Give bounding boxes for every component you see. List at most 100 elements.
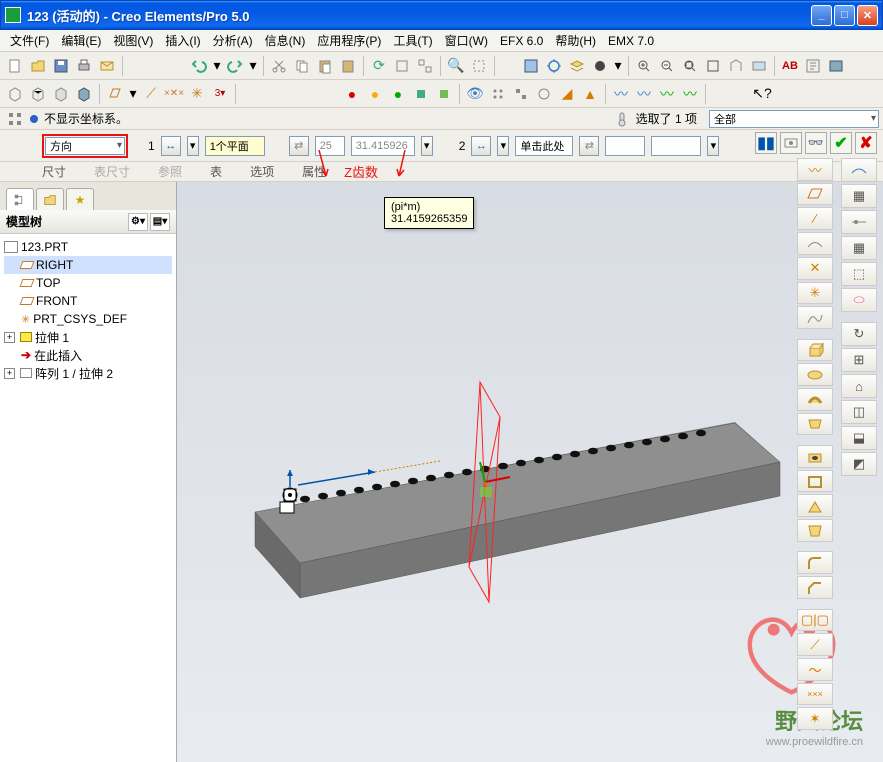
style6-icon[interactable]: ⬭ — [841, 288, 877, 312]
confirm-btn[interactable]: ✔ — [830, 132, 852, 154]
paste-icon[interactable] — [314, 55, 336, 77]
tab-dimensions[interactable]: 尺寸 — [42, 163, 66, 180]
grid-icon[interactable] — [487, 83, 509, 105]
annot-disp-icon[interactable]: 3▾ — [209, 83, 231, 105]
save-icon[interactable] — [50, 55, 72, 77]
minimize-button[interactable]: _ — [811, 5, 832, 26]
spin-icon[interactable] — [543, 55, 565, 77]
color5-icon[interactable] — [433, 83, 455, 105]
datum-plane-icon[interactable] — [104, 83, 126, 105]
email-icon[interactable] — [96, 55, 118, 77]
selection-filter[interactable]: 全部 — [709, 110, 879, 128]
redo-icon[interactable] — [224, 55, 246, 77]
paste-special-icon[interactable] — [337, 55, 359, 77]
regen-icon[interactable]: ⟳ — [368, 55, 390, 77]
style1-icon[interactable] — [841, 158, 877, 182]
tab-star[interactable]: ★ — [66, 188, 94, 210]
surf1-icon[interactable]: 〰 — [610, 83, 632, 105]
draft-icon[interactable] — [797, 519, 833, 542]
sketch-curve-icon[interactable]: 〰 — [797, 158, 833, 181]
tree-right[interactable]: RIGHT — [4, 256, 172, 274]
empty-input-1[interactable] — [605, 136, 645, 156]
appearance-dd[interactable]: ▾ — [612, 55, 624, 77]
explode-icon[interactable] — [510, 83, 532, 105]
tree-extrude[interactable]: +拉伸 1 — [4, 328, 172, 346]
point-tool-icon[interactable]: ✕ — [797, 257, 833, 280]
style10-icon[interactable]: ◫ — [841, 400, 877, 424]
sketch-icon[interactable] — [797, 306, 833, 329]
style11-icon[interactable]: ⬓ — [841, 426, 877, 450]
tab-folder[interactable] — [36, 188, 64, 210]
menu-edit[interactable]: 编辑(E) — [55, 30, 107, 51]
menu-insert[interactable]: 插入(I) — [159, 30, 206, 51]
open-icon[interactable] — [27, 55, 49, 77]
shell-icon[interactable] — [797, 470, 833, 493]
tree-csys[interactable]: ✳PRT_CSYS_DEF — [4, 310, 172, 328]
menu-help[interactable]: 帮助(H) — [549, 30, 602, 51]
dir2-flip-btn[interactable]: ↔ — [471, 136, 491, 156]
tree-settings-btn[interactable]: ⚙▾ — [128, 213, 148, 231]
sweep-icon[interactable] — [797, 388, 833, 411]
view-icon[interactable]: 👁 — [464, 83, 486, 105]
tree-root[interactable]: 123.PRT — [4, 238, 172, 256]
zoom-fit-icon[interactable] — [679, 55, 701, 77]
blend-icon[interactable] — [797, 413, 833, 436]
tab-table[interactable]: 表 — [210, 163, 222, 180]
value2-input[interactable]: 31.415926 — [351, 136, 415, 156]
cut-icon[interactable] — [268, 55, 290, 77]
style5-icon[interactable]: ⬚ — [841, 262, 877, 286]
plane-collector[interactable]: 1个平面 — [205, 136, 265, 156]
3d-viewport[interactable]: (pi*m) 31.4159265359 野火论坛 www.proewildfi… — [177, 182, 883, 762]
pattern-feature-icon[interactable] — [4, 108, 26, 130]
pattern-tool-icon[interactable]: ××× — [797, 683, 833, 706]
tab-model-tree[interactable] — [6, 188, 34, 210]
saved-view-icon[interactable] — [748, 55, 770, 77]
style12-icon[interactable]: ◩ — [841, 452, 877, 476]
style7-icon[interactable]: ↻ — [841, 322, 877, 346]
menu-file[interactable]: 文件(F) — [4, 30, 55, 51]
hidden-line-icon[interactable] — [27, 83, 49, 105]
menu-window[interactable]: 窗口(W) — [439, 30, 494, 51]
tab-table-dims[interactable]: 表尺寸 — [94, 163, 130, 180]
tree-insert-here[interactable]: ➔在此插入 — [4, 346, 172, 364]
undo-dropdown[interactable]: ▾ — [211, 55, 223, 77]
dir1-dd[interactable]: ▾ — [187, 136, 199, 156]
datum-csys-icon[interactable]: ✳ — [186, 83, 208, 105]
cancel-btn[interactable]: ✘ — [855, 132, 877, 154]
select-rect-icon[interactable] — [468, 55, 490, 77]
tab-refs[interactable]: 参照 — [158, 163, 182, 180]
misc2-icon[interactable]: ◢ — [556, 83, 578, 105]
offset-icon[interactable]: ⟋ — [797, 633, 833, 656]
appearance-icon[interactable] — [589, 55, 611, 77]
annot-icon[interactable] — [802, 55, 824, 77]
value-dd[interactable]: ▾ — [421, 136, 433, 156]
copy-icon[interactable] — [291, 55, 313, 77]
datum-plane-dd[interactable]: ▾ — [127, 83, 139, 105]
style8-icon[interactable]: ⊞ — [841, 348, 877, 372]
surf2-icon[interactable]: 〰 — [633, 83, 655, 105]
render-icon[interactable] — [825, 55, 847, 77]
no-hidden-icon[interactable] — [50, 83, 72, 105]
close-button[interactable]: ✕ — [857, 5, 878, 26]
color1-icon[interactable]: ● — [341, 83, 363, 105]
style2-icon[interactable]: ▦ — [841, 184, 877, 208]
tree-pattern[interactable]: +阵列 1 / 拉伸 2 — [4, 364, 172, 382]
extrude-icon[interactable] — [797, 339, 833, 362]
undo-icon[interactable] — [188, 55, 210, 77]
layers-icon[interactable] — [566, 55, 588, 77]
hole-icon[interactable] — [797, 445, 833, 468]
tool-a-icon[interactable] — [391, 55, 413, 77]
tree-show-btn[interactable]: ▤▾ — [150, 213, 170, 231]
new-icon[interactable] — [4, 55, 26, 77]
round-icon[interactable] — [797, 551, 833, 574]
pattern-type-select[interactable]: 方向 — [45, 137, 125, 155]
empty-input-2[interactable] — [651, 136, 701, 156]
menu-tools[interactable]: 工具(T) — [387, 30, 438, 51]
refit-icon[interactable] — [702, 55, 724, 77]
rib-icon[interactable] — [797, 494, 833, 517]
surf3-icon[interactable]: 〰 — [656, 83, 678, 105]
find-icon[interactable]: 🔍 — [445, 55, 467, 77]
chamfer-icon[interactable] — [797, 576, 833, 599]
misc3-icon[interactable]: ▲ — [579, 83, 601, 105]
wireframe-icon[interactable] — [4, 83, 26, 105]
